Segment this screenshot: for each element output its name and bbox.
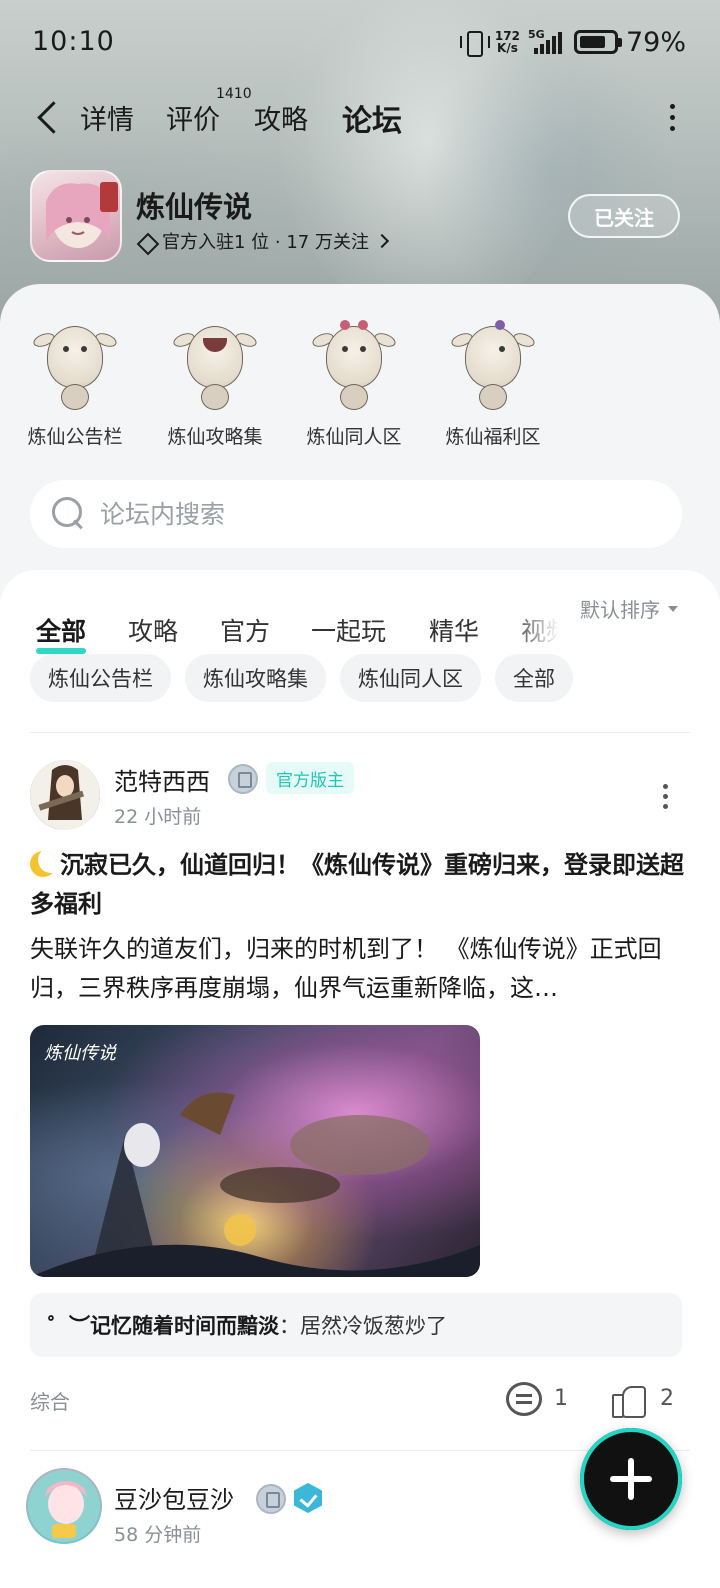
tab-reviews[interactable]: 评价 (166, 98, 220, 137)
post-time: 58 分钟前 (114, 1524, 202, 1546)
level-icon (228, 764, 258, 794)
section-label: 炼仙公告栏 (27, 426, 123, 448)
post-title-text: 沉寂已久，仙道回归！《炼仙传说》重磅归来，登录即送超多福利 (30, 851, 684, 918)
game-meta[interactable]: 官方入驻1 位 · 17 万关注 (138, 228, 390, 254)
avatar-art (28, 1470, 100, 1542)
net-speed: 172 K/s (495, 30, 520, 54)
post-image-art (30, 1092, 480, 1277)
post-footer: 综合 1 2 (0, 1382, 720, 1422)
mascot-icon (449, 308, 537, 416)
comment-user: ゜︶记忆随着时间而黯淡 (48, 1314, 279, 1338)
sort-dropdown[interactable]: 默认排序 (580, 594, 678, 623)
subforum-chips: 炼仙公告栏 炼仙攻略集 炼仙同人区 全部 (30, 654, 573, 702)
sort-label: 默认排序 (580, 598, 660, 622)
post-body[interactable]: 失联许久的道友们，归来的时机到了！ 《炼仙传说》正式回归，三界秩序再度崩塌，仙界… (30, 930, 690, 1008)
tab-forum[interactable]: 论坛 (340, 96, 404, 140)
avatar[interactable] (30, 760, 100, 830)
battery-fill (579, 36, 606, 48)
feed-tab-official[interactable]: 官方 (220, 612, 270, 648)
avatar[interactable] (26, 1468, 102, 1544)
vibrate-icon (459, 28, 490, 57)
forum-search-bar[interactable] (30, 480, 682, 548)
tab-fade (510, 610, 580, 650)
section-label: 炼仙福利区 (445, 426, 541, 448)
more-menu-icon[interactable] (668, 104, 676, 132)
chip-guides[interactable]: 炼仙攻略集 (185, 654, 326, 702)
feed-tab-play-together[interactable]: 一起玩 (311, 612, 386, 648)
comment-count: 1 (554, 1386, 568, 1411)
status-icons: 172 K/s 5G 79% (459, 26, 686, 58)
section-guides[interactable]: 炼仙攻略集 (155, 290, 275, 449)
search-input[interactable] (100, 499, 620, 529)
feed-tab-all[interactable]: 全部 (36, 612, 87, 654)
review-count-badge: 1410 (216, 86, 252, 102)
chevron-right-icon (374, 233, 390, 249)
comment-text: 居然冷饭葱炒了 (300, 1314, 447, 1338)
moon-icon (30, 851, 56, 877)
section-label: 炼仙同人区 (306, 426, 402, 448)
divider (30, 732, 690, 733)
forum-sections: 炼仙公告栏 炼仙攻略集 炼仙同人区 炼仙福利区 (0, 290, 720, 460)
post-time: 22 小时前 (114, 806, 202, 828)
post-title[interactable]: 沉寂已久，仙道回归！《炼仙传说》重磅归来，登录即送超多福利 (30, 846, 690, 924)
mascot-icon (310, 308, 398, 416)
section-announcements[interactable]: 炼仙公告栏 (15, 290, 135, 449)
mascot-icon (31, 308, 119, 416)
comment-colon: ： (279, 1314, 300, 1338)
post-author[interactable]: 范特西西 (114, 762, 210, 797)
new-post-fab[interactable] (580, 1428, 682, 1530)
feed-tab-featured[interactable]: 精华 (429, 612, 479, 648)
chip-fanart[interactable]: 炼仙同人区 (340, 654, 481, 702)
like-count: 2 (660, 1386, 674, 1411)
level-icon (256, 1484, 286, 1514)
mascot-icon (171, 308, 259, 416)
chip-announcements[interactable]: 炼仙公告栏 (30, 654, 171, 702)
status-time: 10:10 (32, 26, 115, 57)
game-meta-text: 官方入驻1 位 · 17 万关注 (162, 232, 369, 253)
follow-button[interactable]: 已关注 (568, 194, 680, 238)
avatar-art (30, 760, 100, 830)
battery-icon (573, 30, 622, 54)
post-more-icon[interactable] (662, 784, 668, 810)
caret-down-icon (668, 605, 678, 612)
tab-guides[interactable]: 攻略 (254, 98, 308, 137)
comment-icon[interactable] (506, 1382, 542, 1416)
thumbs-up-icon[interactable] (612, 1382, 646, 1418)
search-icon (52, 497, 86, 531)
top-nav: 详情 评价 1410 攻略 论坛 (0, 86, 720, 146)
section-welfare[interactable]: 炼仙福利区 (433, 290, 553, 449)
moderator-badge: 官方版主 (266, 762, 354, 794)
section-fanart[interactable]: 炼仙同人区 (294, 290, 414, 449)
game-title: 炼仙传说 (136, 190, 253, 224)
back-icon[interactable] (36, 100, 58, 136)
post-image[interactable]: 炼仙传说 (30, 1025, 480, 1277)
battery-percent: 79% (625, 26, 686, 58)
feed-tab-guides[interactable]: 攻略 (128, 612, 178, 648)
top-comment[interactable]: ゜︶记忆随着时间而黯淡：居然冷饭葱炒了 (30, 1293, 682, 1357)
verified-icon (294, 1483, 322, 1513)
official-diamond-icon (138, 232, 156, 250)
game-icon-art (46, 182, 118, 248)
signal-icon: 5G (528, 28, 566, 56)
post-category[interactable]: 综合 (30, 1386, 70, 1415)
tab-details[interactable]: 详情 (80, 98, 134, 137)
status-bar: 10:10 172 K/s 5G 79% (0, 0, 720, 84)
section-label: 炼仙攻略集 (167, 426, 263, 448)
game-icon[interactable] (30, 170, 122, 262)
chip-all[interactable]: 全部 (495, 654, 573, 702)
post-author[interactable]: 豆沙包豆沙 (114, 1480, 234, 1515)
net-speed-unit: K/s (497, 41, 518, 55)
